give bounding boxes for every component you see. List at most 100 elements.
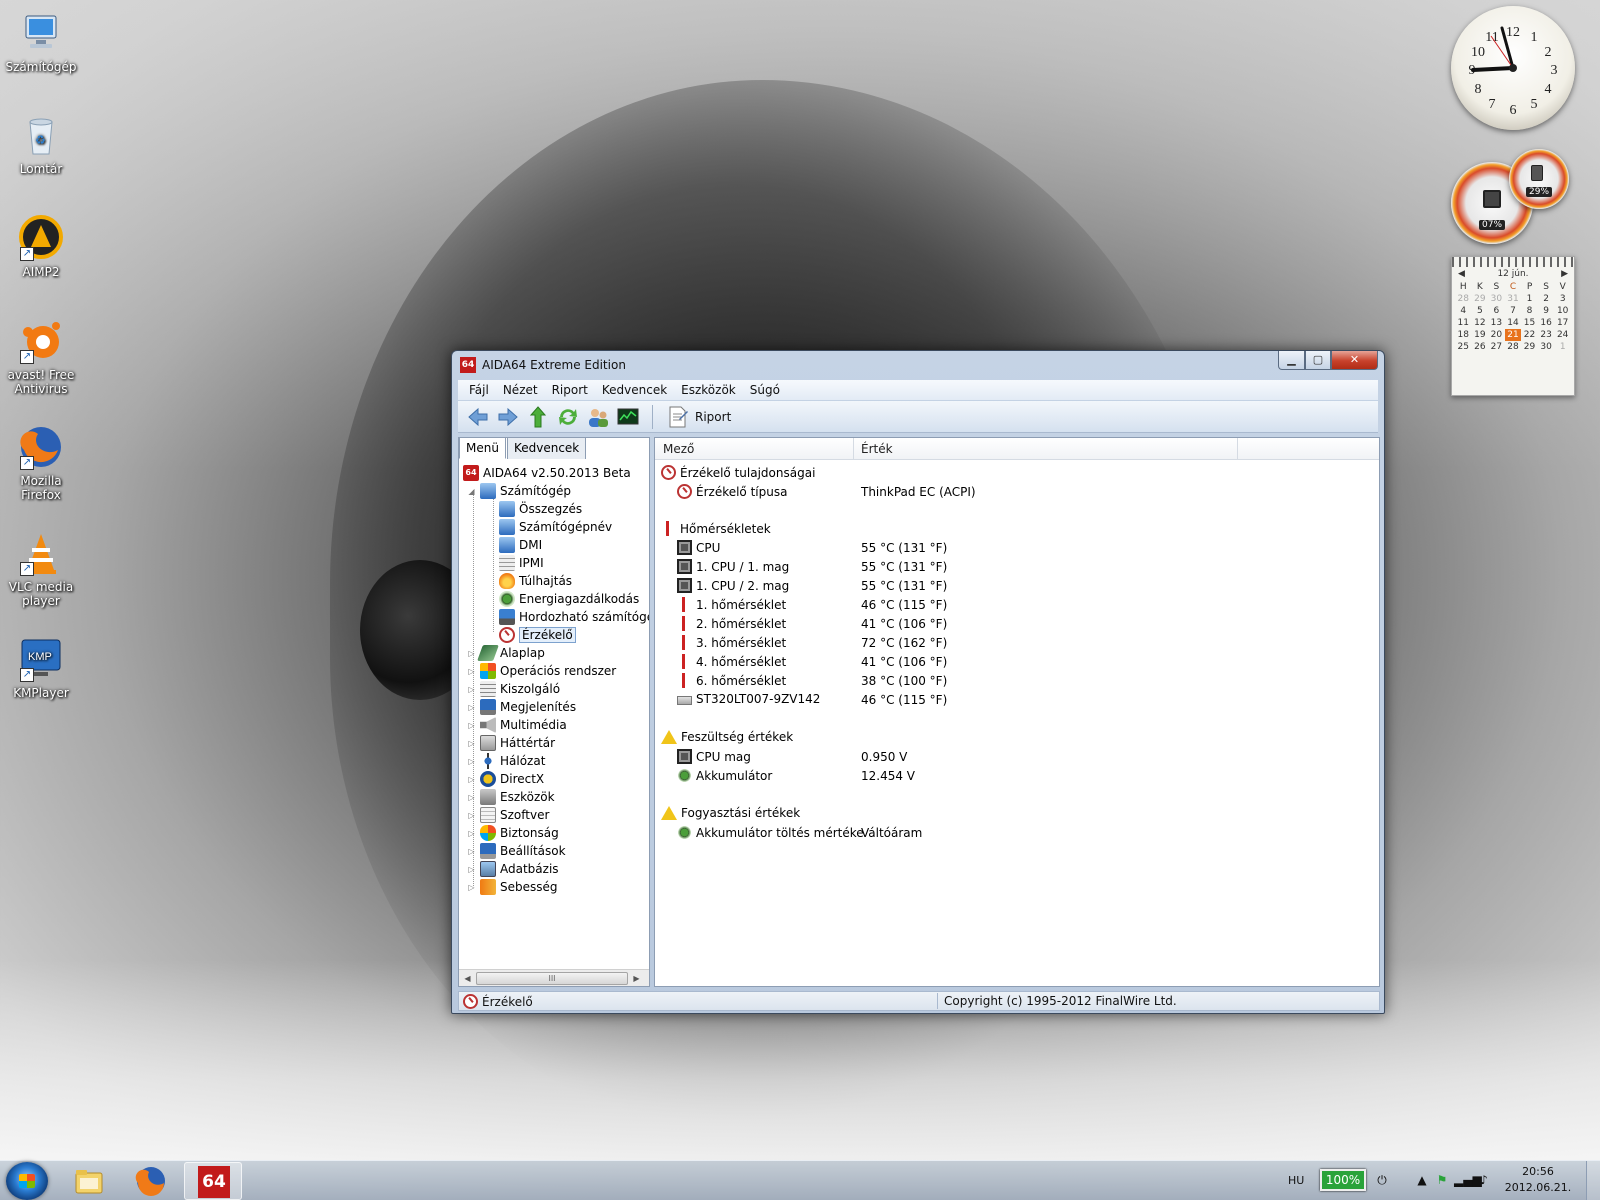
table-row[interactable]: CPU 55 °C (131 °F) [655,539,1379,557]
expand-icon[interactable]: ▷ [467,649,476,658]
menu-favorites[interactable]: Kedvencek [595,383,674,397]
tree-item-operating-system[interactable]: ▷ Operációs rendszer [467,662,616,680]
tree-item-power-management[interactable]: Energiagazdálkodás [499,590,639,608]
show-desktop-button[interactable] [1586,1161,1600,1200]
tree-item-overclock[interactable]: Túlhajtás [499,572,572,590]
tree-item-computer[interactable]: ◢ Számítógép [467,482,571,500]
desktop-icon-avast[interactable]: ↗ avast! Free Antivirus [4,318,78,396]
table-row[interactable]: 3. hőmérséklet 72 °C (162 °F) [655,634,1379,652]
table-row[interactable]: CPU mag 0.950 V [655,748,1379,766]
tree-item-motherboard[interactable]: ▷ Alaplap [467,644,545,662]
tab-menu[interactable]: Menü [459,437,506,459]
taskbar-aida64[interactable]: 64 [184,1162,242,1200]
tree-item-directx[interactable]: ▷ DirectX [467,770,544,788]
expand-icon[interactable]: ▷ [467,865,476,874]
expand-icon[interactable]: ▷ [467,757,476,766]
tree-item-sensor[interactable]: Érzékelő [499,626,576,644]
expand-icon[interactable]: ▷ [467,721,476,730]
users-icon[interactable] [586,405,610,429]
start-button[interactable] [6,1162,48,1200]
monitor-chart-icon[interactable] [616,405,640,429]
tree-item-security[interactable]: ▷ Biztonság [467,824,559,842]
collapse-icon[interactable]: ◢ [467,487,476,496]
tree-root[interactable]: 64 AIDA64 v2.50.2013 Beta [463,464,631,482]
expand-icon[interactable]: ▷ [467,775,476,784]
desktop-icon-computer[interactable]: Számítógép [4,10,78,74]
tree-item-multimedia[interactable]: ▷ Multimédia [467,716,567,734]
desktop-icon-kmplayer[interactable]: KMP ↗ KMPlayer [4,636,78,700]
maximize-button[interactable]: ▢ [1305,351,1331,370]
expand-icon[interactable]: ▷ [467,793,476,802]
expand-icon[interactable]: ▷ [467,739,476,748]
tree-item-benchmark[interactable]: ▷ Sebesség [467,878,558,896]
menu-file[interactable]: Fájl [462,383,496,397]
desktop-icon-firefox[interactable]: ↗ Mozilla Firefox [4,424,78,502]
tree-item-dmi[interactable]: DMI [499,536,542,554]
clock[interactable]: 20:56 2012.06.21. [1500,1164,1576,1196]
report-button[interactable]: Riport [665,405,731,429]
expand-icon[interactable]: ▷ [467,811,476,820]
table-row[interactable]: Akkumulátor töltés mértéke Váltóáram [655,824,1379,842]
expand-icon[interactable]: ▷ [467,847,476,856]
tree-item-portable-computer[interactable]: Hordozható számítógép [499,608,649,626]
table-row[interactable]: 1. CPU / 2. mag 55 °C (131 °F) [655,577,1379,595]
tree-item-software[interactable]: ▷ Szoftver [467,806,549,824]
scroll-right-icon[interactable]: ▶ [628,974,645,983]
tree-item-computer-name[interactable]: Számítógépnév [499,518,612,536]
tree-item-summary[interactable]: Összegzés [499,500,582,518]
table-row[interactable]: 1. hőmérséklet 46 °C (115 °F) [655,596,1379,614]
table-row[interactable]: ST320LT007-9ZV142 46 °C (115 °F) [655,691,1379,709]
language-indicator[interactable]: HU [1288,1174,1304,1187]
tab-favorites[interactable]: Kedvencek [506,437,587,459]
expand-icon[interactable]: ▷ [467,685,476,694]
expand-icon[interactable]: ▷ [467,883,476,892]
tree-item-settings[interactable]: ▷ Beállítások [467,842,566,860]
column-value[interactable]: Érték [861,442,893,456]
action-center-icon[interactable]: ⚑ [1434,1173,1450,1189]
tree-item-devices[interactable]: ▷ Eszközök [467,788,555,806]
desktop-icon-aimp[interactable]: ↗ AIMP2 [4,215,78,279]
power-plug-icon[interactable]: ⏻ [1374,1173,1390,1189]
calendar-prev-icon[interactable]: ◀ [1458,269,1465,279]
volume-icon[interactable]: ♪ [1476,1173,1492,1189]
table-row[interactable]: Érzékelő típusa ThinkPad EC (ACPI) [655,483,1379,501]
tree-item-network[interactable]: ▷ Hálózat [467,752,545,770]
desktop-icon-vlc[interactable]: ↗ VLC media player [4,530,78,608]
memory-meter-gauge[interactable]: 29% [1509,149,1569,209]
expand-icon[interactable]: ▷ [467,829,476,838]
table-row[interactable]: 1. CPU / 1. mag 55 °C (131 °F) [655,558,1379,576]
tree-item-database[interactable]: ▷ Adatbázis [467,860,559,878]
table-row[interactable]: 6. hőmérséklet 38 °C (100 °F) [655,672,1379,690]
expand-icon[interactable]: ▷ [467,667,476,676]
table-row[interactable]: Akkumulátor 12.454 V [655,767,1379,785]
tree-item-storage[interactable]: ▷ Háttértár [467,734,555,752]
scroll-left-icon[interactable]: ◀ [459,974,476,983]
clock-gadget[interactable]: 12 1 2 3 4 5 6 7 8 9 10 11 [1451,6,1575,130]
taskbar-firefox[interactable] [122,1162,180,1200]
tree-item-server[interactable]: ▷ Kiszolgáló [467,680,560,698]
calendar-gadget[interactable]: ◀ 12 jún. ▶ H K S C P S V 28 29 30 31 1 … [1451,256,1575,396]
tree-item-display[interactable]: ▷ Megjelenítés [467,698,576,716]
up-arrow-icon[interactable] [526,405,550,429]
menu-tools[interactable]: Eszközök [674,383,743,397]
horizontal-scrollbar[interactable]: ◀ III ▶ [459,969,649,986]
expand-icon[interactable]: ▷ [467,703,476,712]
menu-help[interactable]: Súgó [743,383,787,397]
table-row[interactable]: 4. hőmérséklet 41 °C (106 °F) [655,653,1379,671]
scroll-thumb[interactable]: III [476,971,628,985]
taskbar-explorer[interactable] [60,1162,118,1200]
menu-report[interactable]: Riport [545,383,595,397]
battery-indicator[interactable]: 100% [1320,1169,1366,1191]
forward-arrow-icon[interactable] [496,405,520,429]
tree-item-ipmi[interactable]: IPMI [499,554,544,572]
minimize-button[interactable]: ▁ [1278,351,1305,370]
desktop-icon-recycle-bin[interactable]: ♻ Lomtár [4,112,78,176]
menu-view[interactable]: Nézet [496,383,545,397]
calendar-next-icon[interactable]: ▶ [1561,269,1568,279]
refresh-icon[interactable] [556,405,580,429]
column-field[interactable]: Mező [663,442,694,456]
title-bar[interactable]: 64 AIDA64 Extreme Edition ▁ ▢ ✕ [452,351,1384,379]
table-row[interactable]: 2. hőmérséklet 41 °C (106 °F) [655,615,1379,633]
close-button[interactable]: ✕ [1331,351,1378,370]
network-signal-icon[interactable]: ▂▄▆ [1454,1173,1482,1189]
